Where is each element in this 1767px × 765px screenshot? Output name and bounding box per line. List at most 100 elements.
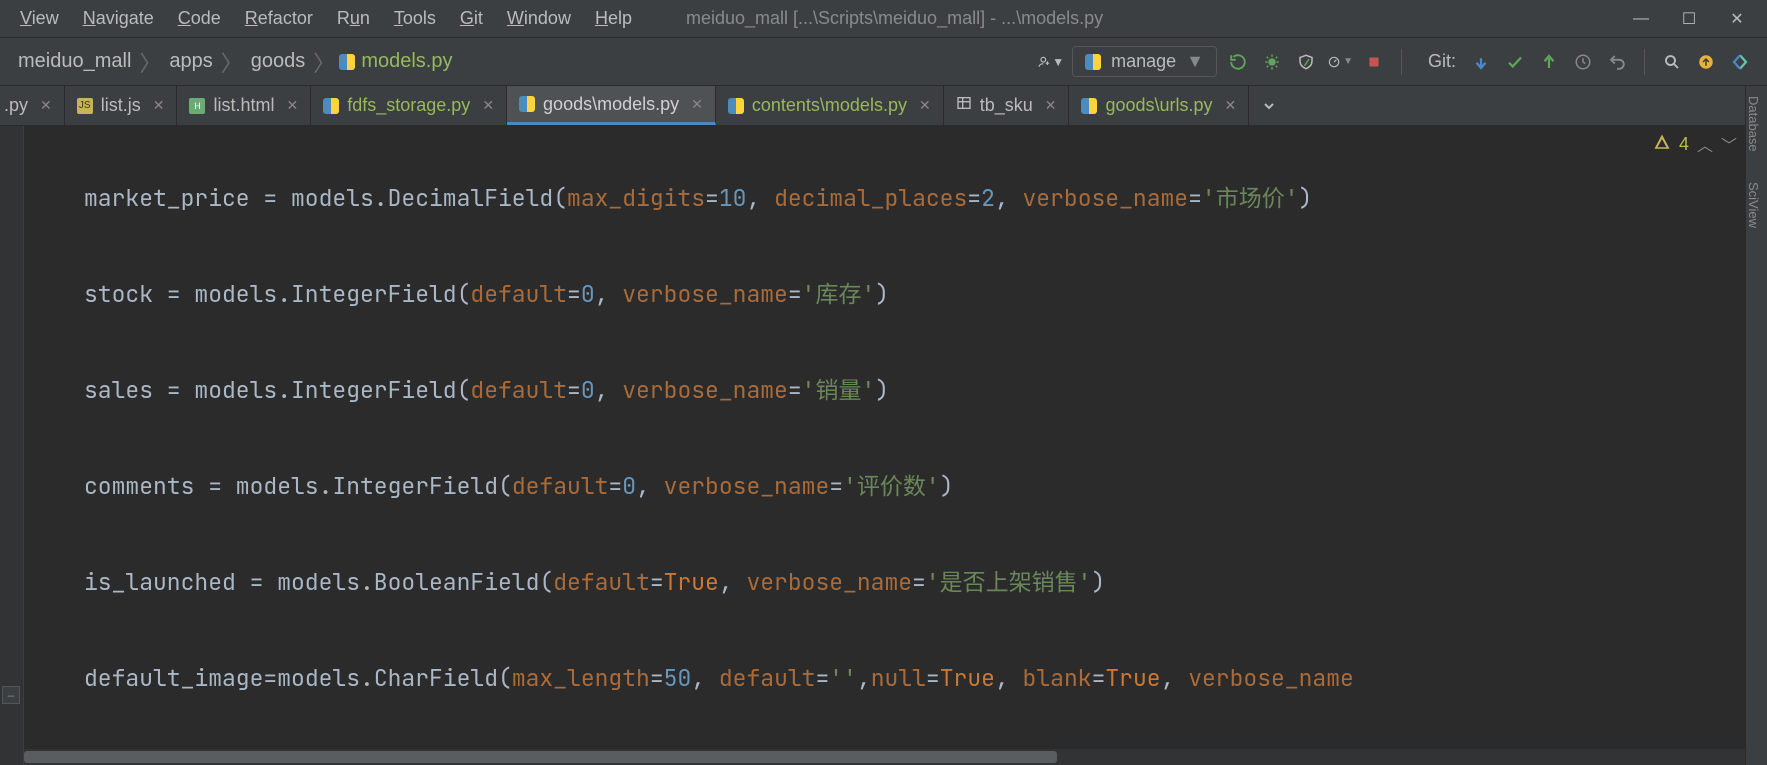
tab-goods-urls[interactable]: goods\urls.py ✕ (1069, 86, 1249, 125)
scrollbar-thumb[interactable] (24, 751, 1057, 763)
breadcrumb-goods[interactable]: goods (247, 50, 310, 73)
breadcrumb-file[interactable]: models.py (339, 50, 452, 73)
tab-fdfs-storage[interactable]: fdfs_storage.py ✕ (311, 86, 507, 125)
python-icon (323, 98, 339, 114)
main-menu-bar: View Navigate Code Refactor Run Tools Gi… (0, 0, 1767, 38)
html-icon: H (189, 98, 205, 114)
python-icon (519, 96, 535, 112)
tab-label: goods\models.py (543, 94, 679, 115)
toolbar-separator (1644, 49, 1645, 75)
database-tool-button[interactable]: Database (1746, 86, 1761, 152)
code-line: is_launched = models.BooleanField(defaul… (84, 558, 1745, 606)
tab-label: .py (4, 95, 28, 116)
breadcrumb-apps[interactable]: apps (165, 50, 216, 73)
python-icon (339, 54, 355, 70)
tab-label: fdfs_storage.py (347, 95, 470, 116)
ide-update-button[interactable] (1693, 49, 1719, 75)
tab-contents-models[interactable]: contents\models.py ✕ (716, 86, 944, 125)
git-push-button[interactable] (1536, 49, 1562, 75)
run-configuration-dropdown[interactable]: manage ▼ (1072, 46, 1217, 77)
code-with-me-button[interactable] (1727, 49, 1753, 75)
breadcrumb-root[interactable]: meiduo_mall (14, 50, 135, 73)
warning-count: 4 (1679, 134, 1689, 155)
code-line: default_image=models.CharField(max_lengt… (84, 654, 1745, 702)
git-rollback-button[interactable] (1604, 49, 1630, 75)
breadcrumb: meiduo_mall 〉 apps 〉 goods 〉 models.py (14, 46, 452, 78)
python-icon (1081, 98, 1097, 114)
close-icon[interactable]: ✕ (40, 97, 52, 114)
inspection-widget[interactable]: 4 ︿ ﹀ (1653, 132, 1737, 156)
editor-tab-strip: .py ✕ JS list.js ✕ H list.html ✕ fdfs_st… (0, 86, 1767, 126)
chevron-down-icon: ▼ (1186, 51, 1204, 72)
close-button[interactable]: ✕ (1727, 9, 1747, 29)
git-history-button[interactable] (1570, 49, 1596, 75)
menu-code[interactable]: Code (168, 4, 231, 33)
python-icon (728, 98, 744, 114)
sciview-tool-button[interactable]: SciView (1746, 172, 1761, 228)
minimize-button[interactable]: — (1631, 9, 1651, 29)
chevron-right-icon: 〉 (139, 46, 161, 78)
menu-view[interactable]: View (10, 4, 69, 33)
close-icon[interactable]: ✕ (1045, 97, 1057, 114)
tab-goods-models[interactable]: goods\models.py ✕ (507, 86, 716, 125)
tab-label: list.js (101, 95, 141, 116)
js-icon: JS (77, 98, 93, 114)
close-icon[interactable]: ✕ (691, 96, 703, 113)
close-icon[interactable]: ✕ (482, 97, 494, 114)
tab-label: contents\models.py (752, 95, 907, 116)
chevron-down-icon: ▼ (1343, 56, 1353, 67)
close-icon[interactable]: ✕ (153, 97, 165, 114)
git-update-button[interactable] (1468, 49, 1494, 75)
window-controls: — ☐ ✕ (1631, 9, 1757, 29)
tab-list-js[interactable]: JS list.js ✕ (65, 86, 178, 125)
toolbar-separator (1401, 49, 1402, 75)
menu-navigate[interactable]: Navigate (73, 4, 164, 33)
code-line: sales = models.IntegerField(default=0, v… (84, 366, 1745, 414)
more-tabs-button[interactable] (1249, 86, 1289, 125)
menu-help[interactable]: Help (585, 4, 642, 33)
editor-area: – Database SciView 4 ︿ ﹀ market_price = … (0, 126, 1767, 765)
run-with-coverage-button[interactable] (1293, 49, 1319, 75)
warning-icon (1653, 133, 1671, 156)
tab-list-html[interactable]: H list.html ✕ (177, 86, 311, 125)
tab-tb-sku[interactable]: tb_sku ✕ (944, 86, 1070, 125)
code-line: market_price = models.DecimalField(max_d… (84, 174, 1745, 222)
window-title: meiduo_mall [...\Scripts\meiduo_mall] - … (686, 8, 1627, 29)
debug-button[interactable] (1259, 49, 1285, 75)
close-icon[interactable]: ✕ (287, 97, 299, 114)
breadcrumb-file-label: models.py (361, 50, 452, 73)
git-commit-button[interactable] (1502, 49, 1528, 75)
menu-window[interactable]: Window (497, 4, 581, 33)
code-editor[interactable]: market_price = models.DecimalField(max_d… (24, 126, 1745, 765)
git-label: Git: (1428, 51, 1456, 72)
menu-refactor[interactable]: Refactor (235, 4, 323, 33)
chevron-up-icon[interactable]: ︿ (1697, 132, 1713, 156)
chevron-right-icon: 〉 (221, 46, 243, 78)
code-line: comments = models.IntegerField(default=0… (84, 462, 1745, 510)
chevron-down-icon[interactable]: ﹀ (1721, 132, 1737, 156)
add-configuration-button[interactable]: ▼ (1038, 49, 1064, 75)
profile-button[interactable]: ▼ (1327, 49, 1353, 75)
right-tool-window-bar: Database SciView (1745, 86, 1767, 765)
maximize-button[interactable]: ☐ (1679, 9, 1699, 29)
chevron-right-icon: 〉 (313, 46, 335, 78)
menu-git[interactable]: Git (450, 4, 493, 33)
close-icon[interactable]: ✕ (1225, 97, 1237, 114)
tab-partial-py[interactable]: .py ✕ (0, 86, 65, 125)
editor-gutter[interactable]: – (0, 126, 24, 765)
rerun-button[interactable] (1225, 49, 1251, 75)
horizontal-scrollbar[interactable] (24, 749, 1745, 765)
tab-label: tb_sku (980, 95, 1033, 116)
tab-label: goods\urls.py (1105, 95, 1212, 116)
fold-handle-icon[interactable]: – (2, 686, 20, 704)
menu-run[interactable]: Run (327, 4, 380, 33)
table-icon (956, 95, 972, 116)
python-icon (1085, 54, 1101, 70)
stop-button[interactable] (1361, 49, 1387, 75)
tab-label: list.html (213, 95, 274, 116)
run-configuration-label: manage (1111, 51, 1176, 72)
search-everywhere-button[interactable] (1659, 49, 1685, 75)
code-line: stock = models.IntegerField(default=0, v… (84, 270, 1745, 318)
menu-tools[interactable]: Tools (384, 4, 446, 33)
close-icon[interactable]: ✕ (919, 97, 931, 114)
